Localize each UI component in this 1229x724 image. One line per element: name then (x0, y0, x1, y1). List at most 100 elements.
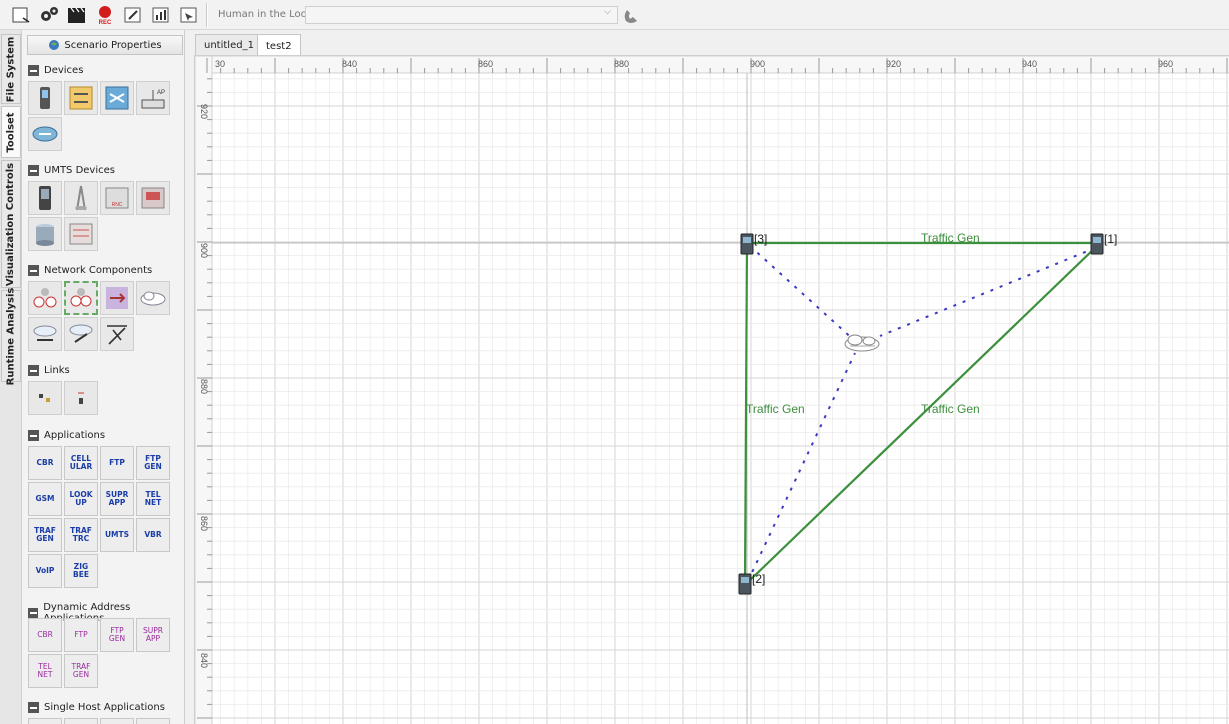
single-host-applications-section-header[interactable]: Single Host Applications (28, 702, 165, 713)
app-tile-ftpgen[interactable]: FTP GEN (100, 618, 134, 652)
app-tile-trafgen[interactable]: TRAF GEN (28, 518, 62, 552)
human-in-loop-dropdown[interactable] (305, 6, 618, 24)
app-tile-gsm[interactable]: GSM (28, 482, 62, 516)
app-tile-cbr[interactable]: CBR (28, 618, 62, 652)
wireless-link-1[interactable] (879, 247, 1096, 337)
device-phone-tool[interactable] (28, 81, 62, 115)
network-cloud-tool[interactable] (136, 281, 170, 315)
ruler-left-label: 860 (199, 516, 209, 531)
collapse-icon[interactable] (28, 365, 39, 376)
bar-chart-icon[interactable] (150, 4, 172, 26)
umts-tower-tool[interactable] (64, 181, 98, 215)
network-hierarchy-tool[interactable] (28, 281, 62, 315)
app-tile-ftp[interactable]: FTP (64, 618, 98, 652)
ruler-left-label: 880 (199, 379, 209, 394)
app-tile-umts[interactable]: UMTS (100, 518, 134, 552)
collapse-icon[interactable] (28, 265, 39, 276)
tab-label: Visualization Controls (5, 162, 17, 286)
app-tile-ftp[interactable]: FTP (100, 446, 134, 480)
satellite-link-tool[interactable] (100, 317, 134, 351)
app-window: REC Human in the Loop: ⌵ File System Too… (0, 0, 1229, 724)
ruler-top-label: 840 (342, 59, 357, 69)
edit-icon[interactable] (122, 4, 144, 26)
wireless-link-tool[interactable] (64, 381, 98, 415)
app-tile-zigbee[interactable]: ZIG BEE (64, 554, 98, 588)
pointer-icon[interactable] (178, 4, 200, 26)
app-tile-ftpgen[interactable]: FTP GEN (136, 446, 170, 480)
umts-phone-tool[interactable] (28, 181, 62, 215)
svg-text:AP: AP (157, 90, 165, 96)
app-tile-suprapp[interactable]: SUPR APP (100, 482, 134, 516)
section-label: Applications (44, 430, 106, 441)
tab-visualization-controls[interactable]: Visualization Controls (1, 160, 21, 288)
network-arrow-tool[interactable] (100, 281, 134, 315)
app-tile-trafgen[interactable]: TRAF GEN (64, 654, 98, 688)
device-switch-tool[interactable] (64, 81, 98, 115)
node-label: [1] (1104, 232, 1117, 246)
collapse-icon[interactable] (28, 607, 39, 619)
node-1[interactable]: [1] (1090, 232, 1117, 255)
umts-rnc-tool[interactable]: RNC (100, 181, 134, 215)
single-host-app-tile[interactable] (28, 718, 62, 724)
app-tile-cbr[interactable]: CBR (28, 446, 62, 480)
network-components-section-header[interactable]: Network Components (28, 265, 152, 276)
settings-gears-icon[interactable] (38, 4, 60, 26)
app-tile-suprapp[interactable]: SUPR APP (136, 618, 170, 652)
new-scenario-icon[interactable] (10, 4, 32, 26)
device-hub-tool[interactable] (100, 81, 134, 115)
app-tile-telnet[interactable]: TEL NET (28, 654, 62, 688)
links-section-header[interactable]: Links (28, 365, 70, 376)
link-label: Traffic Gen (921, 402, 980, 416)
ruler-top-label: 960 (1158, 59, 1173, 69)
tab-test2[interactable]: test2 (257, 34, 301, 57)
satellite-tool[interactable] (64, 317, 98, 351)
tab-untitled-1[interactable]: untitled_1 (195, 34, 263, 56)
node-label: [2] (752, 572, 765, 586)
node-3[interactable]: [3] (740, 232, 767, 255)
device-router-tool[interactable] (28, 117, 62, 151)
app-tile-vbr[interactable]: VBR (136, 518, 170, 552)
network-partition-tool[interactable] (64, 281, 98, 315)
umts-devices-section-header[interactable]: UMTS Devices (28, 165, 115, 176)
umts-ggsn-tool[interactable] (64, 217, 98, 251)
chevron-down-icon[interactable]: ⌵ (604, 7, 611, 17)
record-icon[interactable]: REC (94, 4, 116, 26)
tab-label: Toolset (5, 111, 17, 153)
toolset-palette: Scenario Properties Devices AP UMTS Devi… (22, 30, 185, 724)
tab-runtime-analysis[interactable]: Runtime Analysis (1, 287, 21, 385)
node-2[interactable]: [2] (738, 572, 765, 595)
link-label: Traffic Gen (921, 231, 980, 245)
app-tile-telnet[interactable]: TEL NET (136, 482, 170, 516)
phone-handset-icon[interactable] (621, 4, 643, 26)
wired-link-tool[interactable] (28, 381, 62, 415)
side-tab-strip: File System Toolset Visualization Contro… (0, 30, 22, 724)
tab-label: File System (5, 36, 17, 102)
wireless-link-3[interactable] (749, 245, 856, 342)
app-tile-voip[interactable]: VoIP (28, 554, 62, 588)
device-access-point-tool[interactable]: AP (136, 81, 170, 115)
wireless-cloud-tool[interactable] (28, 317, 62, 351)
collapse-icon[interactable] (28, 165, 39, 176)
collapse-icon[interactable] (28, 702, 39, 713)
tab-file-system[interactable]: File System (1, 34, 21, 104)
canvas-grid (206, 73, 1229, 724)
scenario-properties-button[interactable]: Scenario Properties (27, 35, 183, 55)
collapse-icon[interactable] (28, 430, 39, 441)
tab-toolset[interactable]: Toolset (1, 106, 21, 158)
umts-database-tool[interactable] (28, 217, 62, 251)
single-host-app-tile[interactable] (64, 718, 98, 724)
single-host-app-tile[interactable] (100, 718, 134, 724)
devices-section-header[interactable]: Devices (28, 65, 83, 76)
ruler-left-label: 900 (199, 243, 209, 258)
section-label: Links (44, 365, 70, 376)
clapperboard-icon[interactable] (66, 4, 88, 26)
collapse-icon[interactable] (28, 65, 39, 76)
app-tile-cellular[interactable]: CELL ULAR (64, 446, 98, 480)
app-tile-lookup[interactable]: LOOK UP (64, 482, 98, 516)
scenario-canvas[interactable]: 30 840 860 880 900 920 940 960 920 900 8… (194, 55, 1229, 724)
app-tile-traftrc[interactable]: TRAF TRC (64, 518, 98, 552)
wireless-link-2[interactable] (747, 352, 856, 582)
umts-sgsn-tool[interactable] (136, 181, 170, 215)
single-host-app-tile[interactable] (136, 718, 170, 724)
applications-section-header[interactable]: Applications (28, 430, 105, 441)
